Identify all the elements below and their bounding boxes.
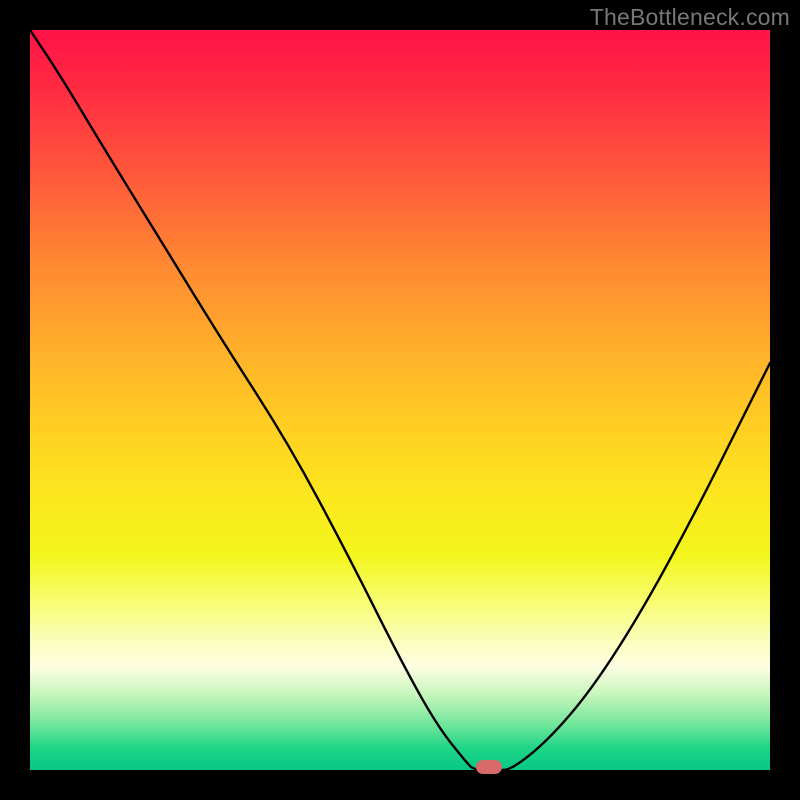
chart-frame: TheBottleneck.com: [0, 0, 800, 800]
minimum-marker: [476, 760, 502, 774]
plot-area: [30, 30, 770, 770]
watermark-text: TheBottleneck.com: [590, 4, 790, 31]
bottleneck-curve: [30, 30, 770, 770]
